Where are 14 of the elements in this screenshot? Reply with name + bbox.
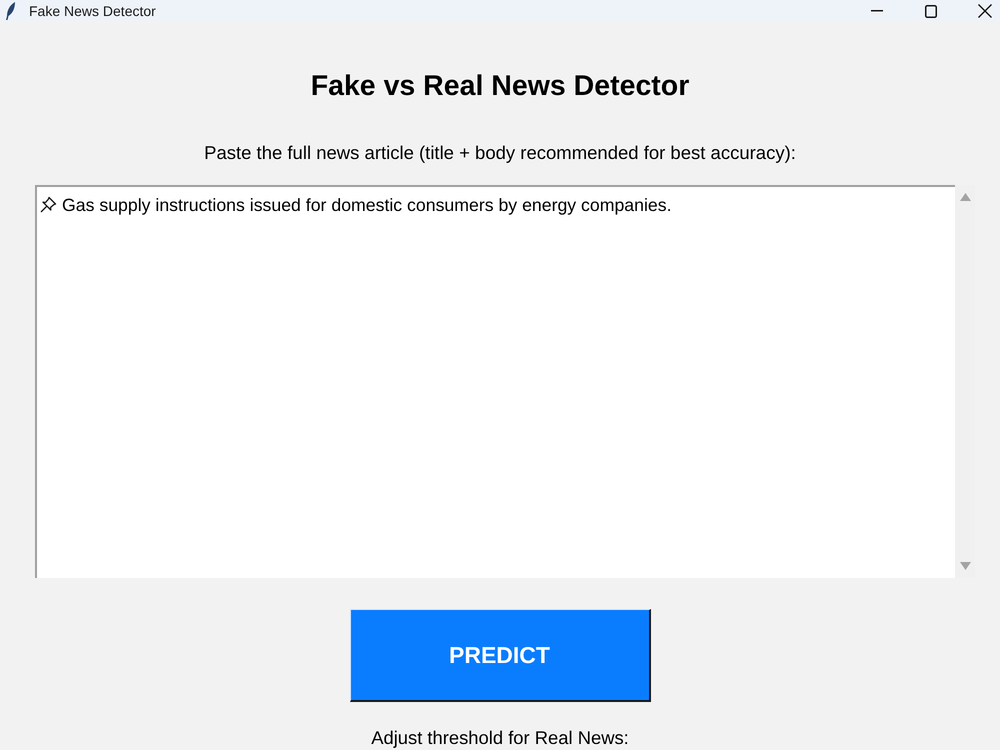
scroll-up-arrow-icon[interactable] (960, 193, 970, 201)
window-title: Fake News Detector (29, 2, 156, 20)
article-text: Gas supply instructions issued for domestic consumers by energy companies. (62, 195, 672, 215)
article-text-area[interactable]: Gas supply instructions issued for domestic consumers by energy companies. (35, 185, 955, 578)
app-heading: Fake vs Real News Detector (310, 70, 690, 102)
feather-icon (5, 2, 16, 20)
predict-button[interactable]: PREDICT (350, 609, 650, 702)
minimize-icon (871, 10, 883, 12)
scroll-down-arrow-icon[interactable] (960, 562, 970, 570)
instruction-label: Paste the full news article (title + body recommended for best accuracy): (204, 142, 796, 164)
close-icon (978, 4, 992, 18)
pin-icon (40, 196, 57, 213)
maximize-icon (925, 4, 937, 18)
threshold-label: Adjust threshold for Real News: (371, 727, 629, 748)
